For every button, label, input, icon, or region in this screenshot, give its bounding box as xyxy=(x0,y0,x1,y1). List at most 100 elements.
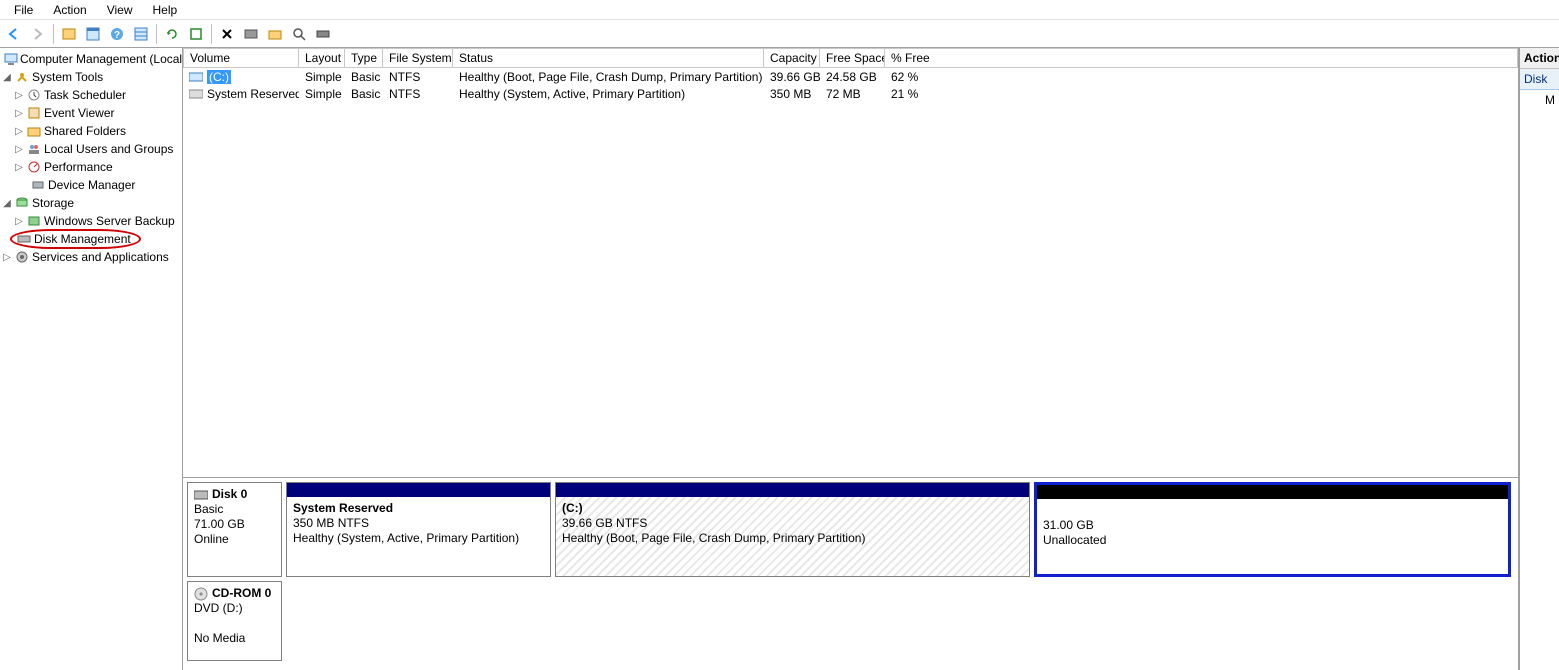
settings-button[interactable] xyxy=(240,23,262,45)
disk-state: Online xyxy=(194,532,275,547)
col-type[interactable]: Type xyxy=(345,48,383,68)
disk-graphic-pane: Disk 0 Basic 71.00 GB Online System Rese… xyxy=(183,478,1518,670)
col-layout[interactable]: Layout xyxy=(299,48,345,68)
tree-event-viewer[interactable]: ▷ Event Viewer xyxy=(0,104,182,122)
cell-pfree: 21 % xyxy=(885,86,1518,102)
tree-disk-management[interactable]: Disk Management xyxy=(0,230,182,248)
disk-row-cd0: CD-ROM 0 DVD (D:) No Media xyxy=(187,581,1514,661)
tree-ws-backup[interactable]: ▷ Windows Server Backup xyxy=(0,212,182,230)
partition-unallocated[interactable]: 31.00 GB Unallocated xyxy=(1034,482,1511,577)
forward-button[interactable] xyxy=(27,23,49,45)
tools-icon xyxy=(14,69,30,85)
tree-local-users[interactable]: ▷ Local Users and Groups xyxy=(0,140,182,158)
toolbar-separator xyxy=(53,24,54,44)
partition-title: System Reserved xyxy=(293,501,393,515)
open-button[interactable] xyxy=(264,23,286,45)
expand-icon[interactable]: ▷ xyxy=(14,144,24,155)
cell-type: Basic xyxy=(345,69,383,85)
collapse-icon[interactable]: ◢ xyxy=(2,198,12,209)
col-status[interactable]: Status xyxy=(453,48,764,68)
properties-button[interactable] xyxy=(82,23,104,45)
volume-row[interactable]: System Reserved Simple Basic NTFS Health… xyxy=(183,85,1518,102)
tree-services-apps[interactable]: ▷ Services and Applications xyxy=(0,248,182,266)
cell-capacity: 39.66 GB xyxy=(764,69,820,85)
partition-header xyxy=(287,483,550,497)
tree-shared-folders[interactable]: ▷ Shared Folders xyxy=(0,122,182,140)
clock-icon xyxy=(26,87,42,103)
computer-icon xyxy=(4,51,18,67)
drive-icon xyxy=(189,88,203,100)
volume-row[interactable]: (C:) Simple Basic NTFS Healthy (Boot, Pa… xyxy=(183,68,1518,85)
expand-icon[interactable]: ▷ xyxy=(14,90,24,101)
menu-view[interactable]: View xyxy=(97,1,143,19)
expand-icon[interactable]: ▷ xyxy=(2,252,12,263)
find-button[interactable] xyxy=(288,23,310,45)
main-area: Computer Management (Local ◢ System Tool… xyxy=(0,48,1559,670)
tree-root[interactable]: Computer Management (Local xyxy=(0,50,182,68)
tree-task-scheduler[interactable]: ▷ Task Scheduler xyxy=(0,86,182,104)
tree-device-manager[interactable]: Device Manager xyxy=(0,176,182,194)
disk-row-disk0: Disk 0 Basic 71.00 GB Online System Rese… xyxy=(187,482,1514,577)
col-capacity[interactable]: Capacity xyxy=(764,48,820,68)
disk0-info[interactable]: Disk 0 Basic 71.00 GB Online xyxy=(187,482,282,577)
partition-c[interactable]: (C:) 39.66 GB NTFS Healthy (Boot, Page F… xyxy=(555,482,1030,577)
toolbar: ? xyxy=(0,20,1559,48)
col-volume[interactable]: Volume xyxy=(183,48,299,68)
tree-performance[interactable]: ▷ Performance xyxy=(0,158,182,176)
cd-state: No Media xyxy=(194,631,275,646)
menu-file[interactable]: File xyxy=(4,1,43,19)
refresh-button[interactable] xyxy=(161,23,183,45)
partition-title: (C:) xyxy=(562,501,583,515)
disk-icon xyxy=(194,489,208,501)
tree-storage[interactable]: ◢ Storage xyxy=(0,194,182,212)
tree-label: Services and Applications xyxy=(32,250,169,264)
expand-icon[interactable]: ▷ xyxy=(14,108,24,119)
rescan-button[interactable] xyxy=(185,23,207,45)
highlight-circle: Disk Management xyxy=(10,229,141,249)
partition-header xyxy=(1037,485,1508,499)
menu-help[interactable]: Help xyxy=(143,1,188,19)
partition-status: Unallocated xyxy=(1043,533,1106,547)
cell-fs: NTFS xyxy=(383,86,453,102)
collapse-icon[interactable]: ◢ xyxy=(2,72,12,83)
drive-icon xyxy=(189,71,203,83)
tree-system-tools[interactable]: ◢ System Tools xyxy=(0,68,182,86)
cell-fs: NTFS xyxy=(383,69,453,85)
backup-icon xyxy=(26,213,42,229)
disk-view-button[interactable] xyxy=(312,23,334,45)
actions-header: Action xyxy=(1520,48,1559,69)
cell-layout: Simple xyxy=(299,86,345,102)
partition-sizefs: 39.66 GB NTFS xyxy=(562,516,647,530)
cd0-info[interactable]: CD-ROM 0 DVD (D:) No Media xyxy=(187,581,282,661)
show-hide-button[interactable] xyxy=(58,23,80,45)
users-icon xyxy=(26,141,42,157)
event-icon xyxy=(26,105,42,121)
performance-icon xyxy=(26,159,42,175)
svg-text:?: ? xyxy=(114,30,120,41)
expand-icon[interactable]: ▷ xyxy=(14,126,24,137)
back-button[interactable] xyxy=(3,23,25,45)
tree-label: Disk Management xyxy=(34,232,131,246)
expand-icon[interactable]: ▷ xyxy=(14,216,24,227)
tree-label: Computer Management (Local xyxy=(20,52,182,66)
volume-table-header: Volume Layout Type File System Status Ca… xyxy=(183,48,1518,68)
col-fs[interactable]: File System xyxy=(383,48,453,68)
tree-label: Task Scheduler xyxy=(44,88,126,102)
volume-name: System Reserved xyxy=(207,87,299,101)
menu-action[interactable]: Action xyxy=(43,1,96,19)
col-free[interactable]: Free Space xyxy=(820,48,885,68)
expand-icon[interactable]: ▷ xyxy=(14,162,24,173)
tree-label: Storage xyxy=(32,196,74,210)
actions-more[interactable]: M xyxy=(1520,90,1559,110)
view-list-button[interactable] xyxy=(130,23,152,45)
partition-system-reserved[interactable]: System Reserved 350 MB NTFS Healthy (Sys… xyxy=(286,482,551,577)
tree-pane: Computer Management (Local ◢ System Tool… xyxy=(0,48,183,670)
tree-label: Performance xyxy=(44,160,113,174)
actions-disk-group[interactable]: Disk xyxy=(1520,69,1559,90)
col-pfree[interactable]: % Free xyxy=(885,48,1518,68)
disk-size: 71.00 GB xyxy=(194,517,275,532)
delete-button[interactable] xyxy=(216,23,238,45)
tree-label: Windows Server Backup xyxy=(44,214,175,228)
cell-type: Basic xyxy=(345,86,383,102)
help-button[interactable]: ? xyxy=(106,23,128,45)
